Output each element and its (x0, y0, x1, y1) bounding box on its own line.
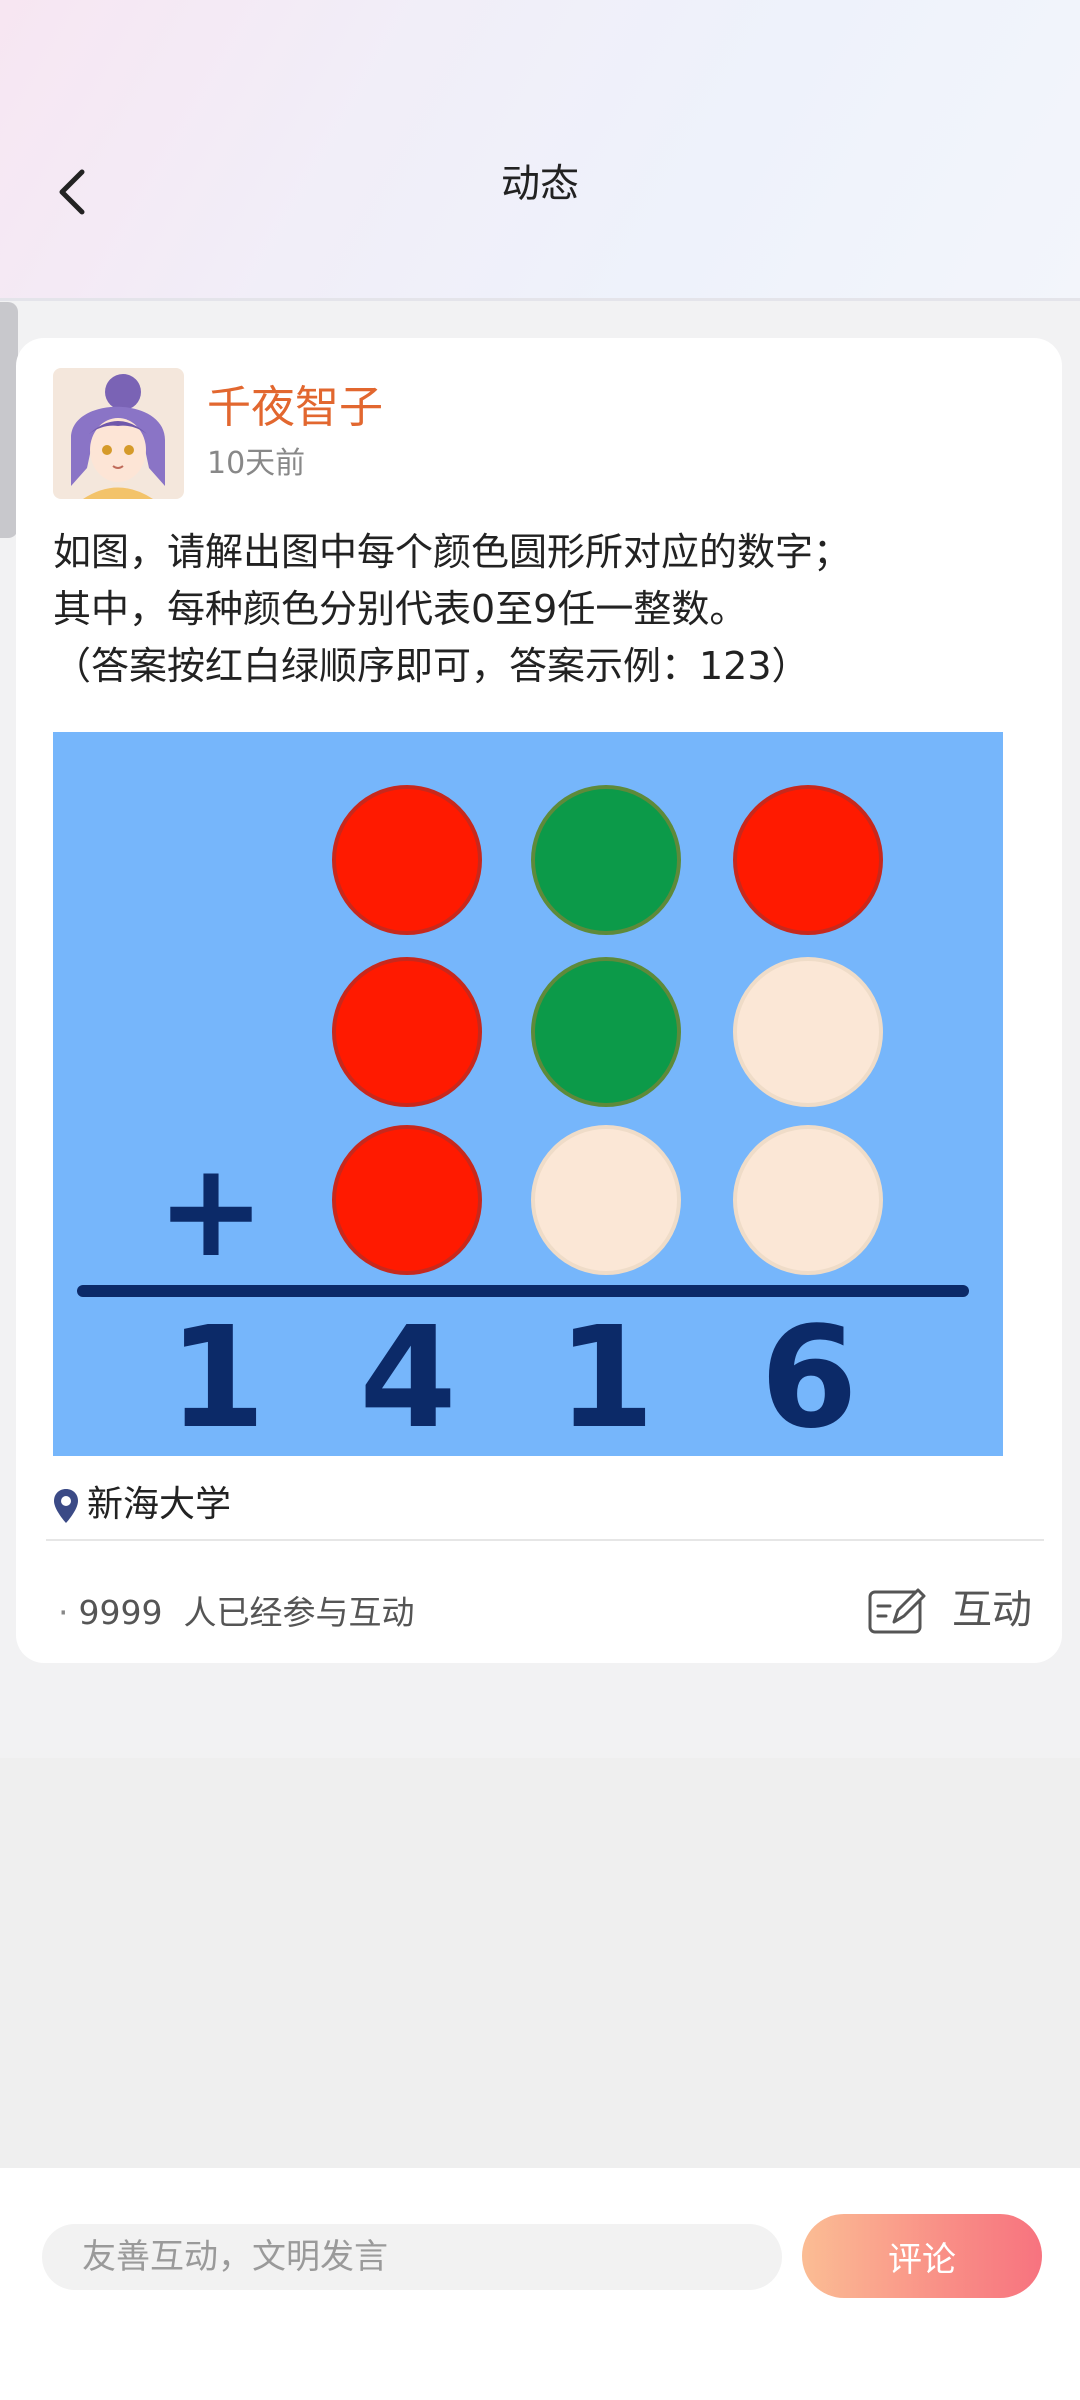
puzzle-circle-white (733, 1125, 883, 1275)
header-divider (0, 298, 1080, 301)
header-bar: 动态 (0, 0, 1080, 300)
post-text-line: （答案按红白绿顺序即可，答案示例：123） (53, 644, 810, 688)
participants-summary: · 9999 人已经参与互动 (58, 1588, 414, 1638)
puzzle-circle-red (332, 957, 482, 1107)
post-text: 如图，请解出图中每个颜色圆形所对应的数字； 其中，每种颜色分别代表0至9任一整数… (53, 524, 1033, 695)
puzzle-result-digit: 4 (359, 1297, 456, 1456)
puzzle-circle-white (531, 1125, 681, 1275)
page-title: 动态 (500, 162, 579, 207)
puzzle-circle-green (531, 785, 681, 935)
puzzle-circle-red (733, 785, 883, 935)
bullet: · (58, 1593, 69, 1632)
interact-button[interactable]: 互动 (868, 1576, 1048, 1646)
location-pin-icon (54, 1489, 78, 1523)
location-label: 新海大学 (87, 1484, 232, 1525)
puzzle-circle-white (733, 957, 883, 1107)
puzzle-sum-line (77, 1285, 969, 1297)
puzzle-result-digit: 6 (760, 1297, 857, 1456)
post-time: 10天前 (207, 446, 306, 481)
post-card: 千夜智子 10天前 如图，请解出图中每个颜色圆形所对应的数字； 其中，每种颜色分… (16, 338, 1062, 1663)
post-text-line: 其中，每种颜色分别代表0至9任一整数。 (53, 587, 748, 631)
interact-label: 互动 (952, 1587, 1032, 1633)
puzzle-circle-green (531, 957, 681, 1107)
puzzle-result-digit: 1 (168, 1297, 265, 1456)
edit-note-icon (868, 1588, 926, 1634)
avatar[interactable] (53, 368, 184, 499)
comment-submit-button[interactable]: 评论 (802, 2214, 1042, 2298)
author-name[interactable]: 千夜智子 (207, 380, 383, 436)
card-divider (46, 1539, 1044, 1541)
puzzle-circle-red (332, 785, 482, 935)
puzzle-result-digit: 1 (557, 1297, 654, 1456)
participants-label: 人已经参与互动 (183, 1593, 415, 1632)
puzzle-circle-red (332, 1125, 482, 1275)
comment-input[interactable] (42, 2224, 782, 2290)
content-background (0, 1758, 1080, 2168)
post-text-line: 如图，请解出图中每个颜色圆形所对应的数字； (53, 530, 852, 574)
puzzle-operator: + (157, 1134, 266, 1286)
puzzle-image[interactable]: + 1416 (53, 732, 1003, 1460)
participants-count: 9999 (78, 1593, 163, 1632)
